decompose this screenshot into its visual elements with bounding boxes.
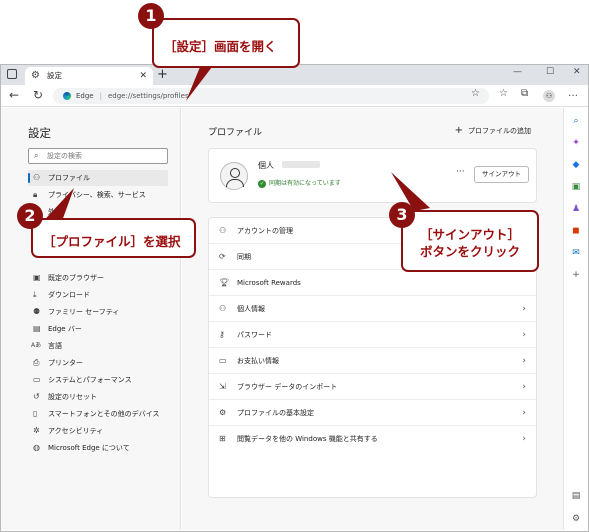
callout-2-box: ［プロファイル］を選択 (31, 218, 196, 258)
callout-2-badge: 2 (17, 203, 43, 229)
callout-1-box: ［設定］画面を開く (152, 18, 300, 68)
callout-1-badge: 1 (138, 3, 164, 29)
callout-3-box: ［サインアウト］ ボタンをクリック (401, 210, 539, 272)
callout-3-badge: 3 (389, 202, 415, 228)
callout-3-line1: ［サインアウト］ (419, 227, 520, 242)
callout-3-line2: ボタンをクリック (419, 244, 520, 259)
